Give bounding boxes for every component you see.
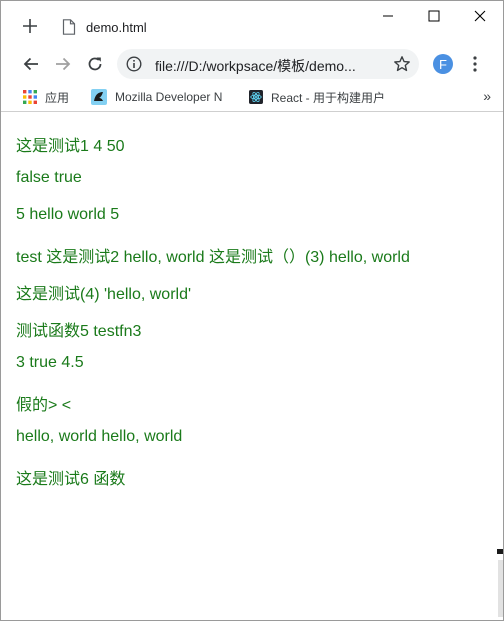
bookmark-label: React - 用于构建用户 — [270, 90, 385, 105]
output-line: 这是测试(4) 'hello, world' — [16, 286, 192, 303]
scrollbar-edge[interactable] — [497, 549, 503, 619]
react-icon — [249, 90, 263, 104]
minimize-button[interactable] — [365, 1, 411, 31]
tab-title: demo.html — [86, 19, 147, 35]
browser-menu-button[interactable] — [465, 54, 485, 74]
bookmarks-bar: 应用 Mozilla Developer N React - 用于构建用户 » — [1, 83, 503, 112]
output-line: hello, world hello, world — [16, 428, 183, 445]
output-line: 这是测试6 函数 — [16, 471, 126, 488]
bookmark-react[interactable]: React - 用于构建用户 — [249, 87, 385, 107]
browser-toolbar: file:///D:/workpsace/模板/demo... F — [1, 45, 503, 83]
forward-button[interactable] — [49, 50, 77, 78]
bookmarks-overflow-button[interactable]: » — [483, 88, 491, 104]
close-window-button[interactable] — [457, 1, 503, 31]
output-line: 测试函数5 testfn3 — [16, 323, 142, 340]
url-text[interactable]: file:///D:/workpsace/模板/demo... — [155, 56, 383, 76]
output-line: test 这是测试2 hello, world 这是测试（）(3) hello,… — [16, 249, 410, 266]
browser-window: demo.html file:///D:/workpsace/模板/demo..… — [0, 0, 504, 621]
profile-avatar[interactable]: F — [433, 54, 453, 74]
info-icon[interactable] — [126, 56, 142, 72]
bookmark-mdn[interactable]: Mozilla Developer N — [91, 87, 227, 107]
close-icon — [474, 10, 486, 22]
window-controls — [365, 1, 503, 31]
output-line: false true — [16, 169, 82, 186]
back-button[interactable] — [17, 50, 45, 78]
output-line: 3 true 4.5 — [16, 354, 84, 371]
bookmark-label: Mozilla Developer N — [115, 90, 223, 104]
arrow-right-icon — [56, 57, 71, 71]
reload-icon — [88, 57, 102, 71]
maximize-button[interactable] — [411, 1, 457, 31]
reload-button[interactable] — [81, 50, 109, 78]
new-tab-button[interactable] — [17, 13, 43, 39]
bookmark-star-icon[interactable] — [393, 55, 411, 73]
page-content: 这是测试1 4 50 false true 5 hello world 5 te… — [1, 112, 503, 620]
address-bar[interactable]: file:///D:/workpsace/模板/demo... — [117, 49, 419, 79]
maximize-icon — [428, 10, 440, 22]
output-line: 假的> < — [16, 397, 72, 414]
plus-icon — [23, 19, 37, 33]
minimize-icon — [383, 15, 393, 17]
document-icon — [62, 19, 76, 35]
apps-grid-icon — [23, 90, 37, 104]
more-vertical-icon — [473, 56, 477, 72]
tab-active[interactable]: demo.html — [53, 10, 353, 44]
bookmark-label: 应用 — [45, 90, 70, 105]
output-line: 这是测试1 4 50 — [16, 138, 125, 155]
tab-strip: demo.html — [1, 1, 503, 45]
arrow-left-icon — [23, 57, 38, 71]
bookmark-apps[interactable]: 应用 — [23, 87, 69, 107]
mdn-icon — [91, 89, 107, 105]
output-line: 5 hello world 5 — [16, 206, 120, 223]
